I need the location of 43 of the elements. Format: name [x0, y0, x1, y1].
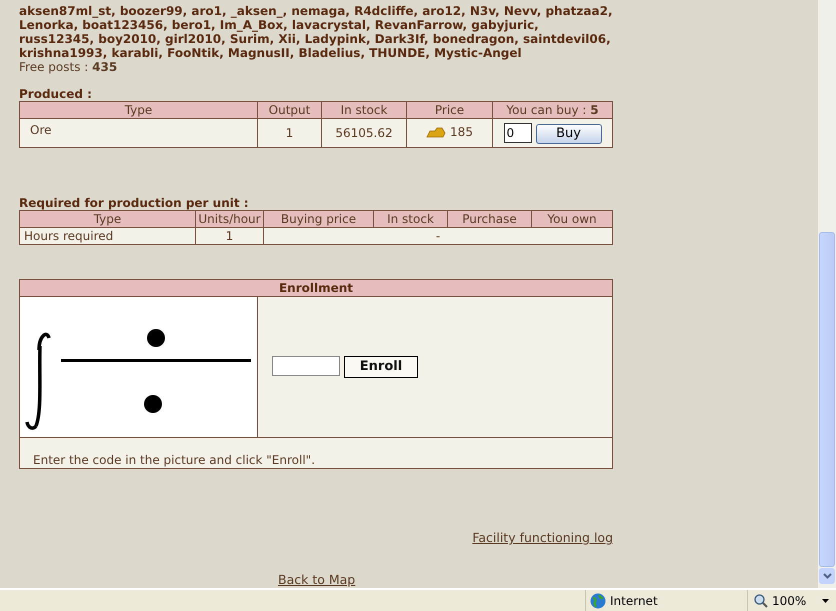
vertical-scrollbar[interactable] — [818, 0, 836, 588]
column-header: Output — [258, 102, 322, 118]
column-header: Type — [20, 102, 258, 118]
table-cell: 1 — [258, 118, 322, 148]
back-to-map-link[interactable]: Back to Map — [278, 572, 356, 587]
player-names-line: aksen87ml_st, boozer99, aro1, _aksen_, nemaga, R4dcliffe, aro12, N3v, Nevv, phatzaa2, — [19, 4, 613, 18]
instructions-text: Enter the code in the picture and click "Enroll". — [20, 438, 612, 468]
column-header: Buying price — [264, 210, 374, 228]
table-cell: Ore — [20, 118, 258, 148]
caret-icon — [822, 598, 830, 602]
section-title: Required for production per unit : — [19, 196, 250, 210]
section-title: Produced : — [19, 87, 93, 101]
player-names-line: Lenorka, boat123456, bero1, Im_A_Box, lavacrystal, RevanFarrow, gabyjuric, — [19, 18, 540, 32]
column-header: In stock — [374, 210, 448, 228]
column-header: Price — [406, 102, 492, 118]
zone-label: Internet — [610, 594, 658, 608]
player-names-line: krishna1993, karabli, FooNtik, MagnusII, Bladelius, THUNDE, Mystic-Angel — [19, 46, 523, 60]
zoom-icon — [754, 594, 768, 608]
column-header: Type — [20, 210, 196, 228]
column-header: Units/hour — [196, 210, 264, 228]
column-header: You can buy : 5 — [492, 102, 612, 118]
table-cell: Hours required — [20, 228, 196, 244]
column-header: You own — [532, 210, 612, 228]
panel-title: Enrollment — [20, 280, 612, 296]
column-header: In stock — [322, 102, 406, 118]
price-text: 185 — [450, 125, 473, 139]
table-cell: - — [264, 228, 612, 244]
buy-button[interactable]: Buy — [536, 124, 602, 144]
ingot-stack-icon — [426, 126, 446, 138]
player-names-line: russ12345, boy2010, girl2010, Surim, Xii, Ladypink, Dark3If, bonedragon, saintdevil06, — [19, 32, 612, 46]
facility-log-link[interactable]: Facility functioning log — [472, 531, 613, 545]
enroll-button[interactable]: Enroll — [344, 356, 418, 378]
code-field[interactable] — [272, 356, 340, 376]
table-cell: 56105.62 — [322, 118, 406, 148]
scroll-down-button[interactable] — [819, 568, 835, 584]
table-cell: 1 — [196, 228, 264, 244]
scrollbar-thumb[interactable] — [819, 232, 835, 567]
chevron-down-icon — [822, 573, 832, 579]
column-header: Purchase — [448, 210, 532, 228]
globe-icon — [590, 592, 606, 608]
zoom-level-button[interactable]: 100% — [772, 594, 830, 608]
quantity-field[interactable]: 0 — [504, 122, 532, 142]
free-posts-count: Free posts : 435 — [19, 60, 118, 74]
